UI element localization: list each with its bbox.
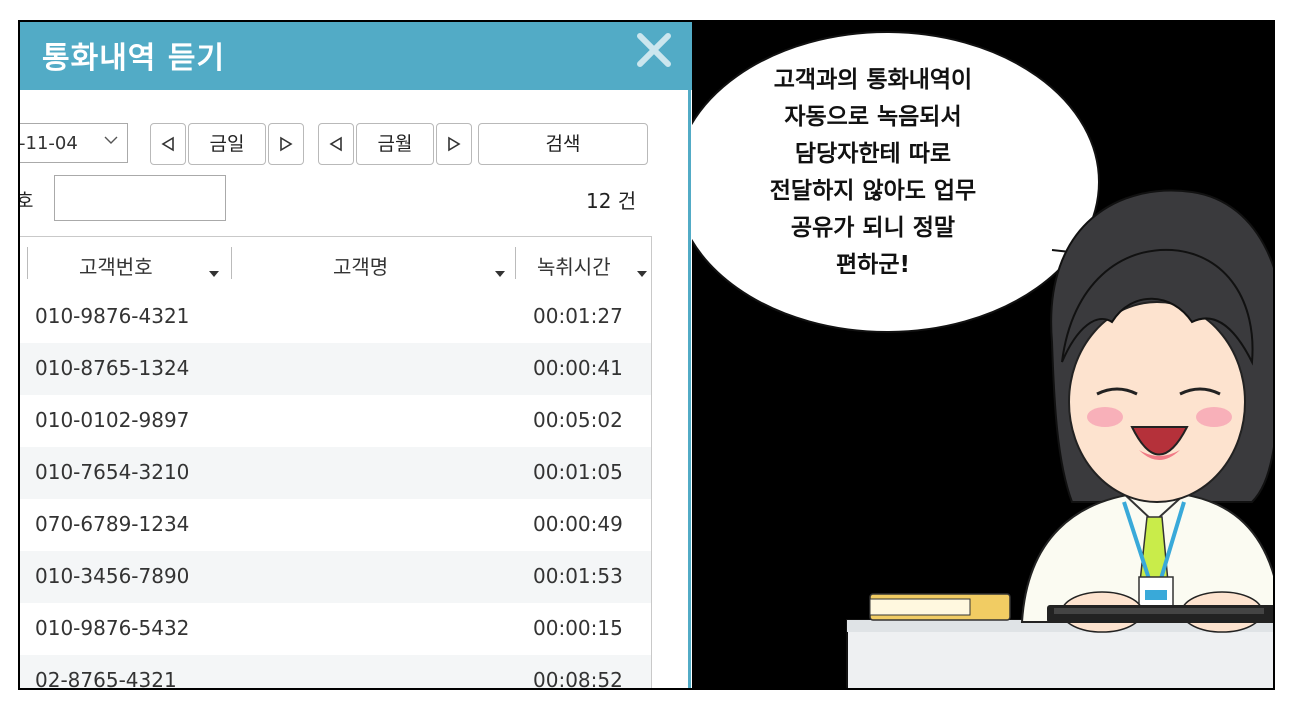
next-day-button[interactable] — [268, 123, 304, 165]
close-icon[interactable] — [632, 28, 676, 72]
call-history-window: 통화내역 듣기 -11-04 금일 금월 검색 12 건 고객번호 고객명 녹취… — [20, 22, 692, 688]
result-count: 12 건 — [586, 189, 637, 213]
triangle-right-icon — [280, 136, 293, 152]
cell-duration: 00:00:49 — [533, 512, 623, 536]
cell-phone: 010-0102-9897 — [35, 408, 190, 432]
cell-duration: 00:05:02 — [533, 408, 623, 432]
cell-phone: 02-8765-4321 — [35, 668, 177, 688]
keyboard-icon — [1047, 605, 1273, 623]
phone-filter-input[interactable] — [54, 175, 226, 221]
cell-duration: 00:01:05 — [533, 460, 623, 484]
triangle-left-icon — [161, 136, 174, 152]
speech-line: 담당자한테 따로 — [794, 141, 952, 167]
cell-duration: 00:00:41 — [533, 356, 623, 380]
triangle-right-icon — [448, 136, 461, 152]
search-button[interactable]: 검색 — [478, 123, 648, 165]
speech-line: 편하군! — [836, 252, 910, 278]
phone-filter-label: 호 — [20, 186, 33, 213]
table-row[interactable]: 010-9876-4321 00:01:27 — [20, 291, 651, 343]
table-row[interactable]: 010-7654-3210 00:01:05 — [20, 447, 651, 499]
window-right-border — [688, 90, 691, 688]
cell-duration: 00:00:15 — [533, 616, 623, 640]
date-value: -11-04 — [20, 133, 78, 154]
window-title: 통화내역 듣기 — [42, 41, 226, 76]
date-select[interactable]: -11-04 — [20, 123, 128, 163]
table-row[interactable]: 010-9876-5432 00:00:15 — [20, 603, 651, 655]
comic-panel: 고객과의 통화내역이 자동으로 녹음되서 담당자한테 따로 전달하지 않아도 업… — [692, 22, 1273, 688]
speech-line: 공유가 되니 정말 — [790, 215, 956, 241]
cell-phone: 010-7654-3210 — [35, 460, 190, 484]
cell-phone: 010-9876-5432 — [35, 616, 190, 640]
column-header-phone[interactable]: 고객번호 — [79, 251, 153, 280]
book-icon — [869, 593, 1011, 621]
comic-frame: 통화내역 듣기 -11-04 금일 금월 검색 12 건 고객번호 고객명 녹취… — [18, 20, 1275, 690]
column-separator — [27, 247, 28, 279]
sort-down-icon[interactable] — [495, 271, 505, 277]
column-header-name[interactable]: 고객명 — [333, 251, 388, 280]
speech-bubble-text: 고객과의 통화내역이 자동으로 녹음되서 담당자한테 따로 전달하지 않아도 업… — [708, 62, 1038, 284]
speech-line: 고객과의 통화내역이 — [773, 67, 973, 93]
table-row[interactable]: 070-6789-1234 00:00:49 — [20, 499, 651, 551]
window-titlebar: 통화내역 듣기 — [20, 22, 692, 90]
column-header-duration[interactable]: 녹취시간 — [537, 251, 611, 280]
prev-month-button[interactable] — [318, 123, 354, 165]
speech-line: 전달하지 않아도 업무 — [769, 178, 977, 204]
cell-duration: 00:08:52 — [533, 668, 623, 688]
table-row[interactable]: 010-3456-7890 00:01:53 — [20, 551, 651, 603]
cell-phone: 010-9876-4321 — [35, 304, 190, 328]
sort-down-icon[interactable] — [637, 271, 647, 277]
table-row[interactable]: 010-0102-9897 00:05:02 — [20, 395, 651, 447]
cell-phone: 070-6789-1234 — [35, 512, 190, 536]
next-month-button[interactable] — [436, 123, 472, 165]
column-separator — [231, 247, 232, 279]
table-row[interactable]: 010-8765-1324 00:00:41 — [20, 343, 651, 395]
cell-phone: 010-8765-1324 — [35, 356, 190, 380]
column-separator — [515, 247, 516, 279]
triangle-left-icon — [329, 136, 342, 152]
table-row[interactable]: 02-8765-4321 00:08:52 — [20, 655, 651, 688]
cell-duration: 00:01:27 — [533, 304, 623, 328]
cell-duration: 00:01:53 — [533, 564, 623, 588]
speech-line: 자동으로 녹음되서 — [784, 104, 962, 130]
prev-day-button[interactable] — [150, 123, 186, 165]
this-month-button[interactable]: 금월 — [356, 123, 434, 165]
sort-down-icon[interactable] — [209, 271, 219, 277]
today-button[interactable]: 금일 — [188, 123, 266, 165]
chevron-down-icon — [104, 136, 118, 144]
cell-phone: 010-3456-7890 — [35, 564, 190, 588]
table-header: 고객번호 고객명 녹취시간 — [20, 237, 651, 292]
call-history-table: 고객번호 고객명 녹취시간 010-9876-4321 00:01:27 010… — [20, 236, 652, 688]
